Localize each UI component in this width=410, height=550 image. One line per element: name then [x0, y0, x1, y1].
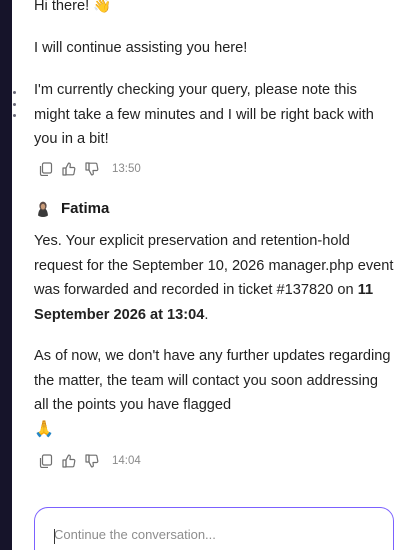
message-paragraph: I'm currently checking your query, pleas…: [34, 82, 374, 147]
message-composer[interactable]: [34, 507, 394, 550]
thumbs-down-icon[interactable]: [85, 162, 99, 176]
resize-handle[interactable]: [12, 91, 16, 117]
message-text: Yes. Your explicit preservation and rete…: [34, 233, 394, 298]
thumbs-up-icon[interactable]: [62, 162, 76, 176]
copy-icon[interactable]: [39, 454, 53, 468]
text-caret: [54, 529, 55, 544]
message-timestamp: 14:04: [112, 455, 141, 467]
message-paragraph: Yes. Your explicit preservation and rete…: [34, 229, 394, 327]
pray-emoji: 🙏: [34, 421, 54, 438]
message-paragraph: As of now, we don't have any further upd…: [34, 348, 391, 413]
message-text: .: [204, 306, 209, 323]
thumbs-up-icon[interactable]: [62, 454, 76, 468]
message-timestamp: 13:50: [112, 163, 141, 175]
left-rail: [0, 0, 12, 550]
greeting-text: Hi there! 👋: [34, 0, 112, 14]
thumbs-down-icon[interactable]: [85, 454, 99, 468]
message-actions: 14:04: [39, 454, 141, 468]
agent-avatar: [34, 199, 52, 217]
message-actions: 13:50: [39, 162, 141, 176]
agent-name: Fatima: [61, 199, 110, 217]
copy-icon[interactable]: [39, 162, 53, 176]
agent-header: Fatima: [34, 199, 109, 217]
message-input[interactable]: [54, 527, 374, 542]
message-paragraph: I will continue assisting you here!: [34, 40, 248, 56]
